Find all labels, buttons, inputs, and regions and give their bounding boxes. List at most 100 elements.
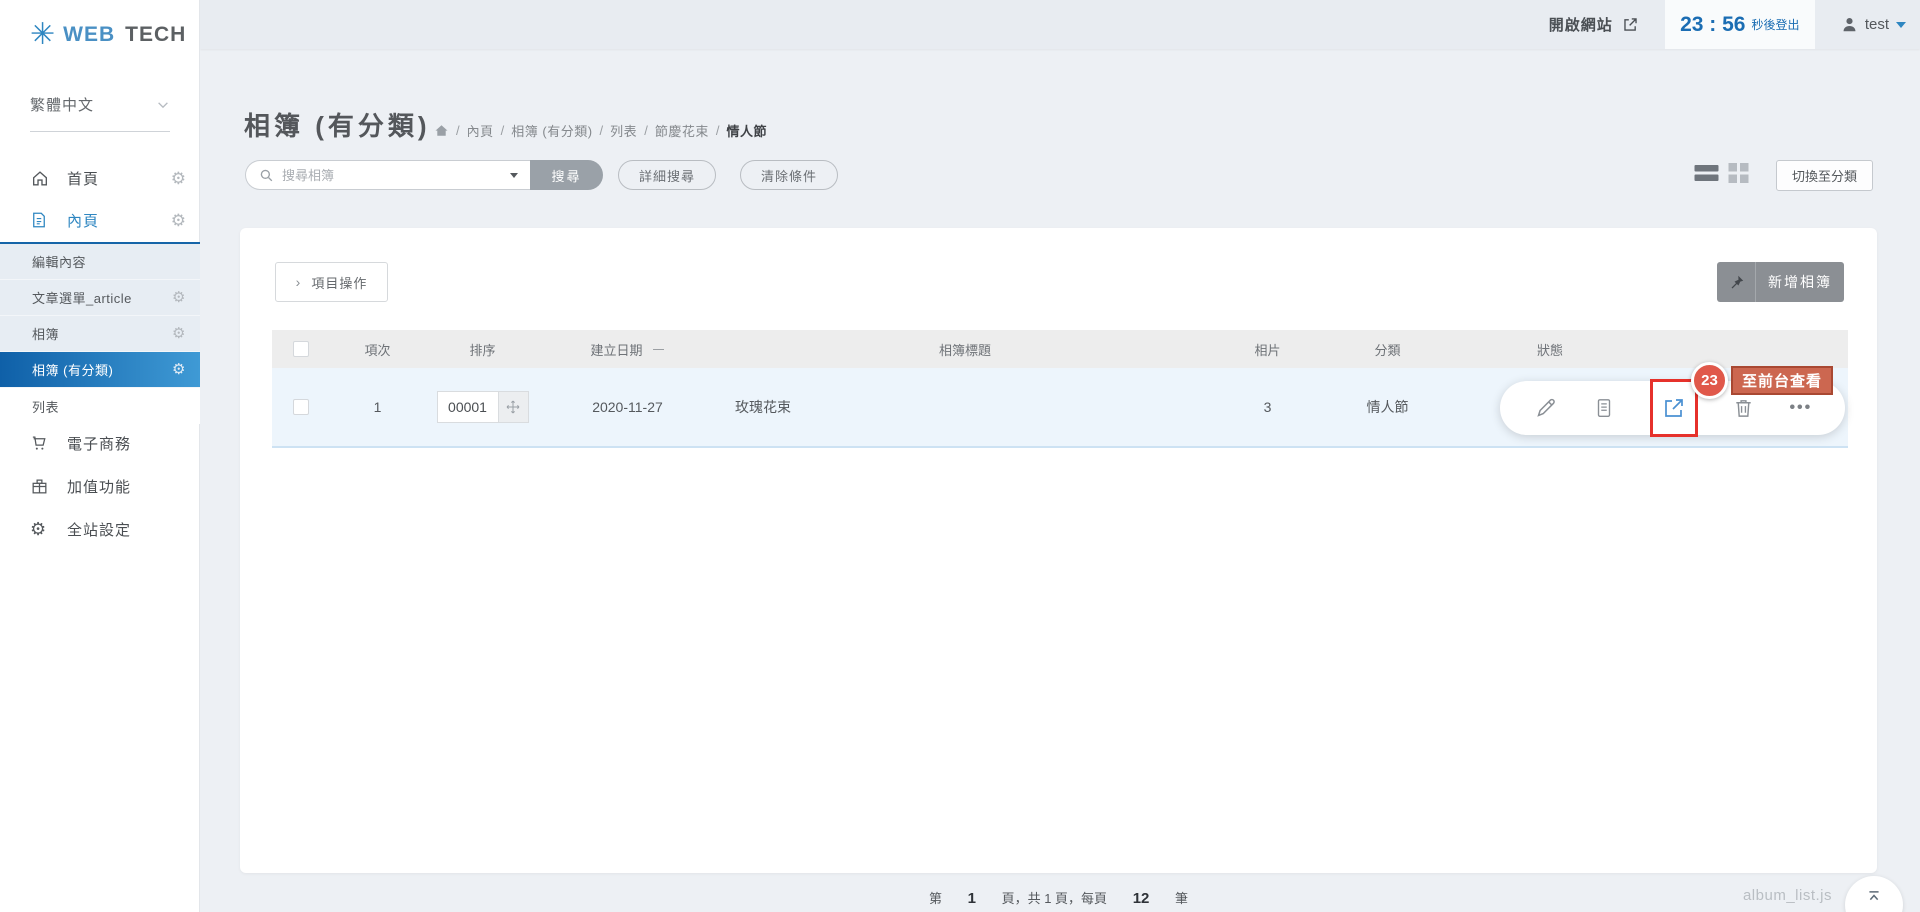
open-site-label: 開啟網站 [1549,14,1613,35]
session-timer: 23 : 56 秒後登出 [1665,0,1815,49]
page-title: 相簿 (有分類) [244,106,431,143]
session-suffix: 秒後登出 [1752,16,1800,33]
search-button[interactable]: 搜尋 [530,160,603,190]
home-icon[interactable] [434,123,449,138]
sidebar-subitem-list[interactable]: 列表 [0,388,200,424]
brand-logo[interactable]: ✳ WEB TECH [30,20,186,50]
session-time: 23 : 56 [1680,13,1745,37]
app-screen: ✳ WEB TECH 繁體中文 首頁 ⚙ 內頁 ⚙ 編輯內容 [0,0,1920,912]
pagination-suffix: 筆 [1175,891,1188,906]
search-field[interactable] [245,160,530,190]
user-menu[interactable]: test [1841,16,1906,33]
pin-icon[interactable] [1717,262,1756,302]
gear-icon[interactable]: ⚙ [172,326,186,341]
column-header-title: 相簿標題 [715,340,1215,359]
sort-control [437,391,529,423]
delete-icon[interactable] [1731,395,1757,421]
more-actions-icon[interactable]: ••• [1789,399,1812,417]
external-link-icon [1622,16,1639,33]
content-card: › 項目操作 新增相簿 項次 排序 建立日期 一 相簿標題 [240,228,1877,873]
select-all-checkbox[interactable] [293,341,309,357]
current-page-input[interactable]: 1 [968,890,976,907]
clear-filters-button[interactable]: 清除條件 [740,160,838,190]
sidebar-item-site-settings[interactable]: ⚙ 全站設定 [0,507,200,551]
row-album-title[interactable]: 玫瑰花束 [715,397,1215,417]
search-input[interactable] [282,168,510,183]
breadcrumb-item-current: 情人節 [726,121,767,140]
item-actions-button[interactable]: › 項目操作 [275,262,388,302]
sidebar-item-inner-pages[interactable]: 內頁 ⚙ [0,198,200,242]
row-checkbox[interactable] [293,399,309,415]
list-view-toggle[interactable] [1694,163,1719,183]
gear-icon[interactable]: ⚙ [171,212,186,229]
sidebar: ✳ WEB TECH 繁體中文 首頁 ⚙ 內頁 ⚙ 編輯內容 [0,0,200,912]
breadcrumb-separator: / [644,123,648,138]
copy-icon[interactable] [1591,395,1617,421]
search-icon [259,168,274,183]
sidebar-item-label: 加值功能 [67,476,131,497]
open-frontend-icon[interactable] [1661,395,1687,421]
chevron-down-icon [1896,22,1906,28]
chevron-down-icon [156,98,170,112]
add-album-button[interactable]: 新增相簿 [1717,262,1844,302]
open-site-link[interactable]: 開啟網站 [1549,14,1639,35]
sidebar-subitem-album-categorized[interactable]: 相簿 (有分類) ⚙ [0,352,200,388]
document-icon [30,210,52,230]
breadcrumb-item[interactable]: 節慶花束 [655,121,709,140]
breadcrumb-item[interactable]: 內頁 [467,121,494,140]
sidebar-item-label: 全站設定 [67,519,131,540]
main-area: 開啟網站 23 : 56 秒後登出 test 相簿 (有分類) / 內頁 / 相… [200,0,1920,912]
sort-order-input[interactable] [437,391,499,423]
sidebar-item-label: 電子商務 [67,433,131,454]
grid-view-icon [1728,163,1749,183]
sidebar-item-label: 內頁 [67,210,99,231]
topbar: 開啟網站 23 : 56 秒後登出 test [200,0,1920,49]
scroll-to-top-button[interactable] [1845,876,1903,912]
sidebar-item-label: 首頁 [67,168,99,189]
breadcrumb-separator: / [501,123,505,138]
row-actions-toolbar: ••• 23 至前台查看 [1500,381,1845,435]
sort-direction-icon[interactable]: 一 [653,341,665,358]
breadcrumb-separator: / [716,123,720,138]
sidebar-item-home[interactable]: 首頁 ⚙ [0,156,200,200]
add-album-label: 新增相簿 [1756,272,1844,292]
gear-icon[interactable]: ⚙ [172,362,186,377]
breadcrumb-item[interactable]: 列表 [610,121,637,140]
sidebar-subitem-label: 列表 [32,397,59,416]
language-selector[interactable]: 繁體中文 [30,94,170,132]
user-icon [1841,16,1858,33]
sidebar-subitem-article-menu[interactable]: 文章選單_article ⚙ [0,280,200,316]
detail-search-button[interactable]: 詳細搜尋 [618,160,716,190]
brand-web-text: WEB [63,23,115,47]
pagination: 第 1 頁，共 1 頁，每頁 12 筆 [240,888,1877,907]
language-label: 繁體中文 [30,94,94,115]
column-header-index: 項次 [330,340,425,359]
search-scope-dropdown-icon[interactable] [510,173,518,178]
sidebar-subitem-album[interactable]: 相簿 ⚙ [0,316,200,352]
gear-icon[interactable]: ⚙ [171,170,186,187]
breadcrumb-item[interactable]: 相簿 (有分類) [511,121,592,140]
per-page-input[interactable]: 12 [1133,890,1150,907]
sidebar-item-addons[interactable]: 加值功能 [0,464,200,508]
row-category: 情人節 [1320,397,1455,417]
edit-icon[interactable] [1533,395,1559,421]
gift-box-icon [30,476,52,496]
sidebar-subitem-edit-content[interactable]: 編輯內容 [0,244,200,280]
column-header-date-label: 建立日期 [590,340,642,359]
sidebar-subitem-label: 相簿 [32,324,59,343]
pagination-middle: 頁，共 1 頁，每頁 [1002,891,1107,906]
column-header-status: 狀態 [1455,340,1645,359]
grid-view-toggle[interactable] [1728,163,1749,183]
sidebar-subitem-label: 文章選單_article [32,288,132,307]
annotation-tooltip: 至前台查看 [1731,366,1833,395]
collapse-top-icon [1863,885,1885,907]
sidebar-subitem-label: 相簿 (有分類) [32,360,113,379]
switch-to-category-button[interactable]: 切換至分類 [1776,160,1873,191]
album-table: 項次 排序 建立日期 一 相簿標題 相片 分類 狀態 1 [272,330,1848,448]
drag-handle[interactable] [499,391,529,423]
row-index: 1 [330,399,425,415]
column-header-date[interactable]: 建立日期 一 [540,340,715,359]
sidebar-item-ecommerce[interactable]: 電子商務 [0,421,200,465]
gear-icon[interactable]: ⚙ [172,290,186,305]
brand-asterisk-icon: ✳ [30,20,55,50]
